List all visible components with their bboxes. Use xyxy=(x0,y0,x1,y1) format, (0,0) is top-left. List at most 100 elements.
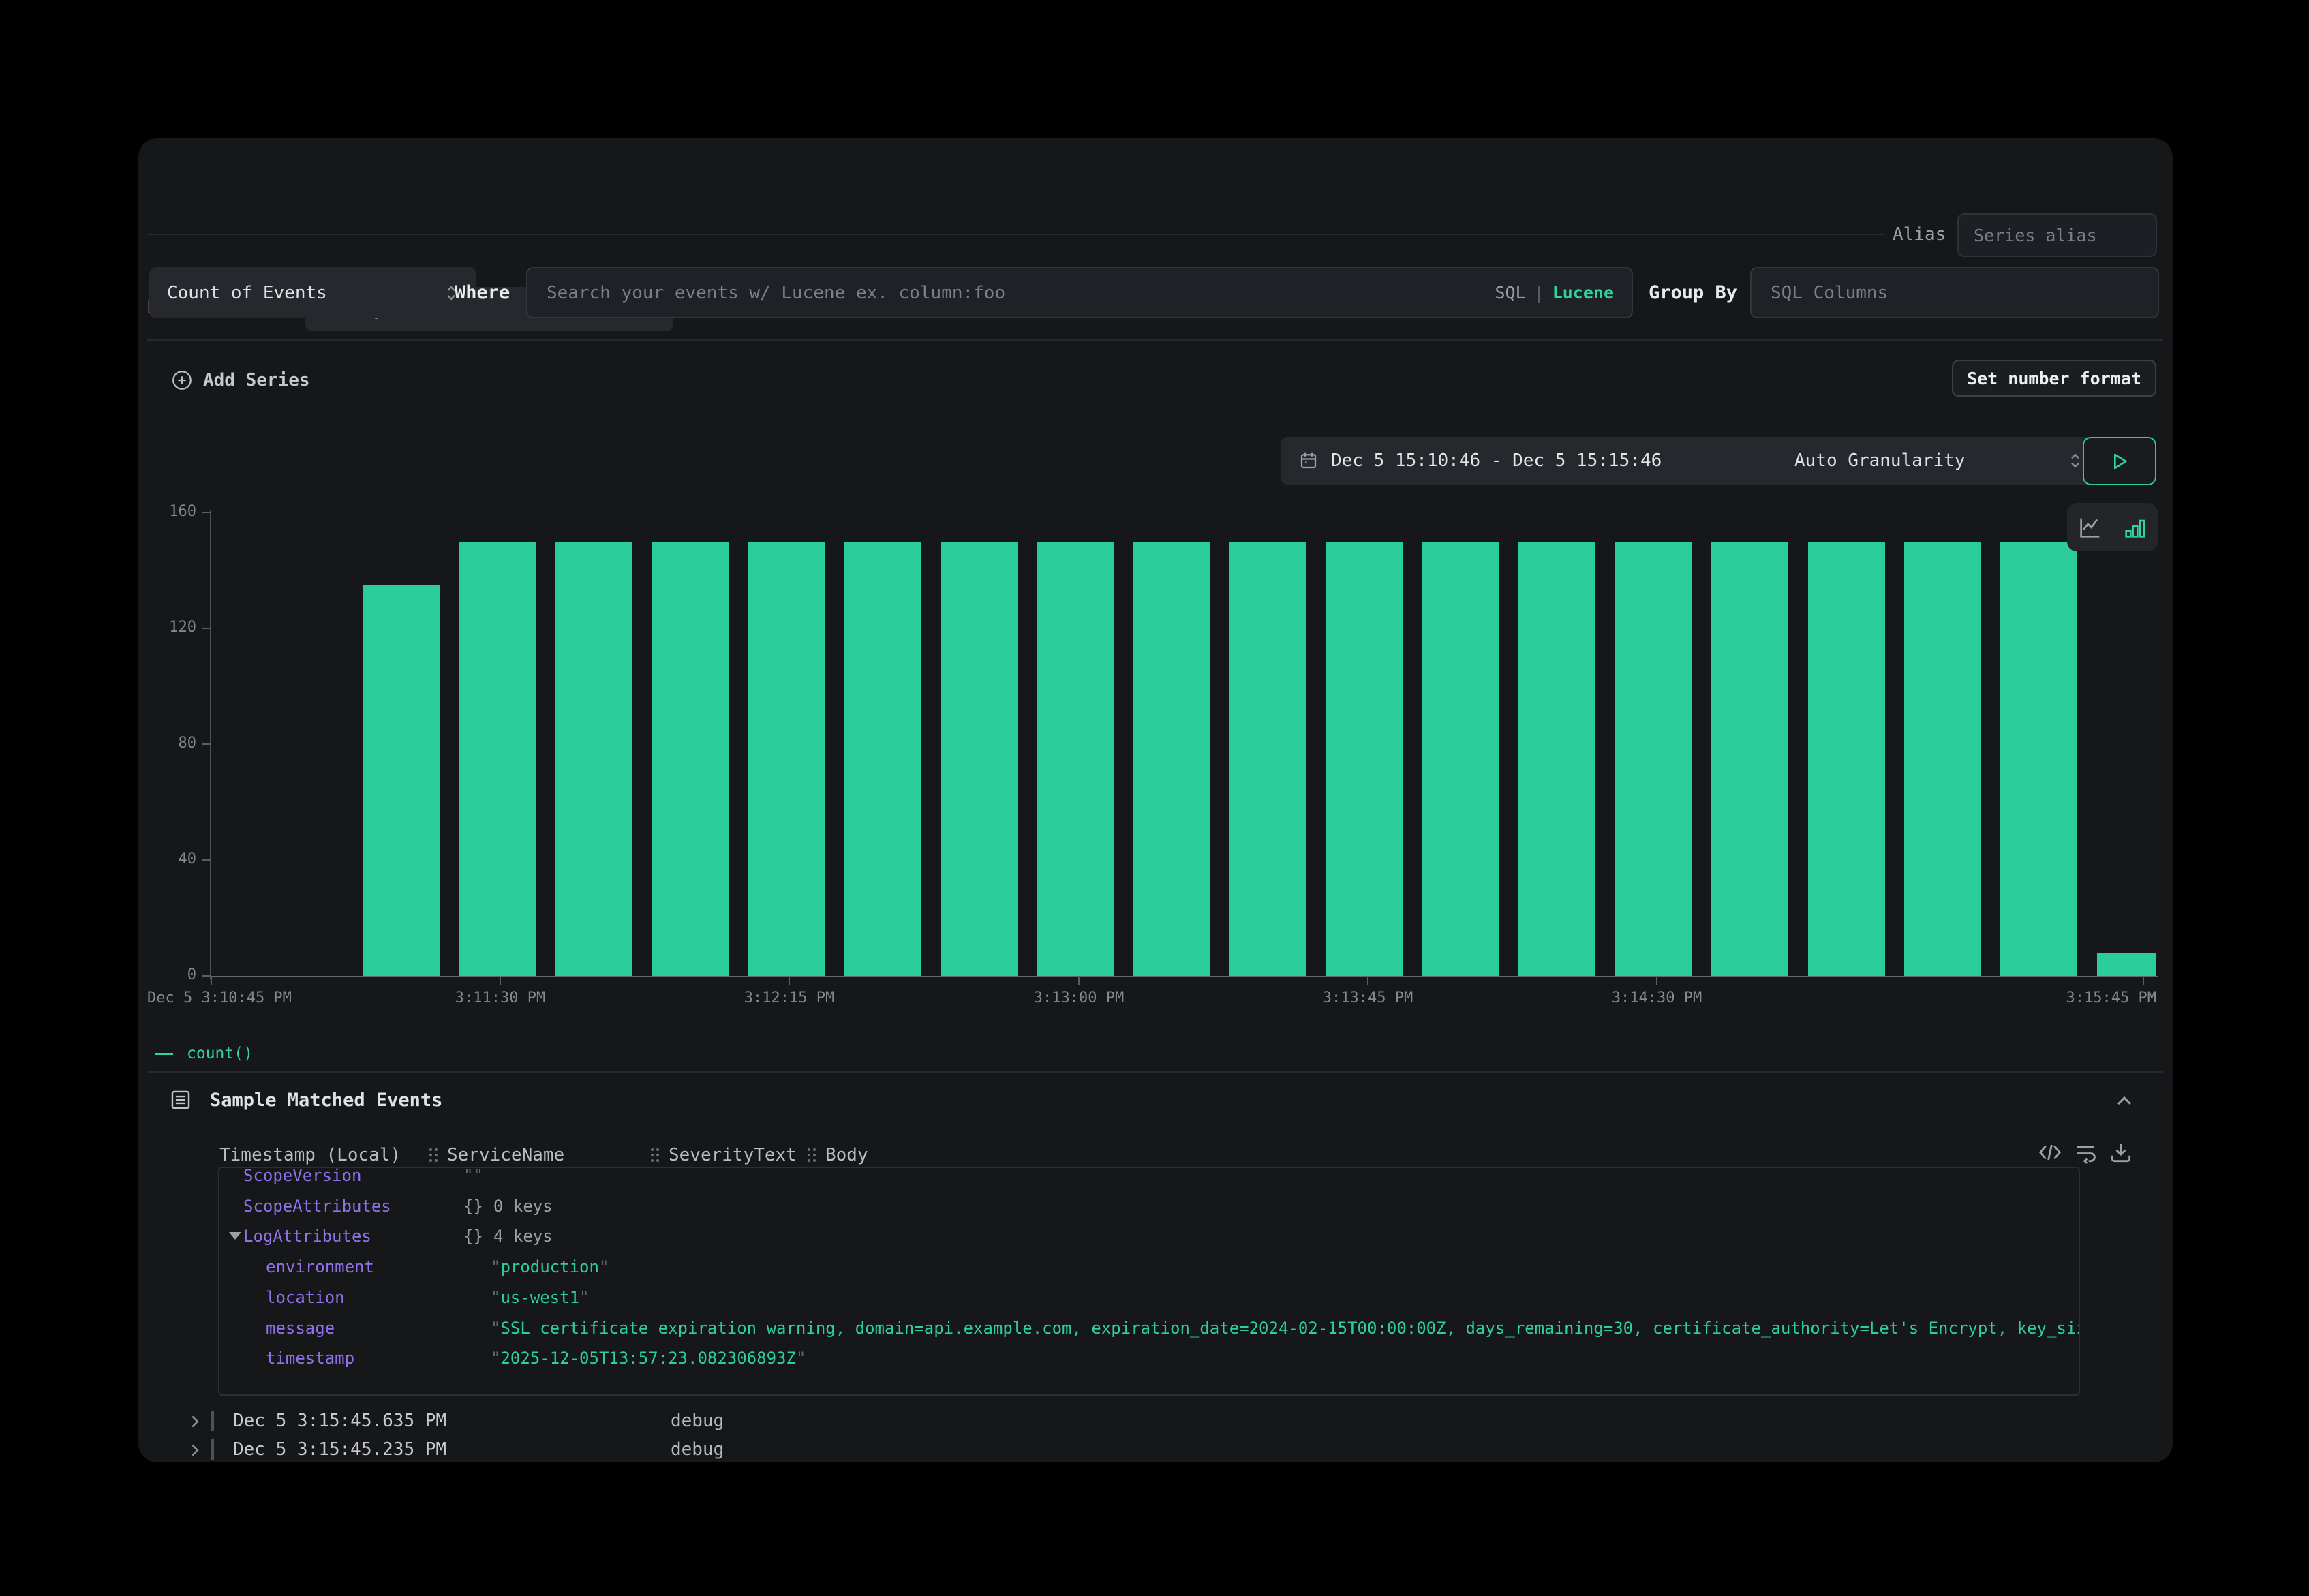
attribute-value-text: SSL certificate expiration warning, doma… xyxy=(500,1319,2080,1338)
attribute-value: "SSL certificate expiration warning, dom… xyxy=(491,1319,2080,1338)
list-icon xyxy=(169,1088,192,1111)
attribute-key: message xyxy=(266,1319,335,1338)
calendar-icon xyxy=(1298,450,1319,471)
group-by-input-box xyxy=(1750,267,2159,318)
query-divider xyxy=(147,339,2163,341)
event-severity: debug xyxy=(671,1411,724,1431)
add-series-button[interactable]: Add Series xyxy=(170,369,310,392)
key-count-badge: 0 keys xyxy=(493,1197,553,1216)
expand-chevron-icon[interactable] xyxy=(186,1440,204,1460)
attribute-value: "production" xyxy=(491,1257,609,1276)
event-row[interactable]: Dec 5 3:15:45.635 PM debug xyxy=(138,1407,2173,1436)
y-tick-label: 160 xyxy=(140,503,196,520)
attribute-key: ScopeVersion xyxy=(243,1167,361,1185)
play-icon xyxy=(2109,450,2130,472)
expand-triangle-icon[interactable] xyxy=(229,1232,241,1240)
event-timestamp: Dec 5 3:15:45.235 PM xyxy=(233,1439,446,1460)
severity-indicator xyxy=(211,1411,214,1431)
lucene-search-input[interactable] xyxy=(545,282,1486,304)
attribute-value: "2025-12-05T13:57:23.082306893Z" xyxy=(491,1349,806,1368)
drag-handle-icon[interactable] xyxy=(651,1148,659,1162)
drag-handle-icon[interactable] xyxy=(808,1148,816,1162)
expand-chevron-icon[interactable] xyxy=(186,1411,204,1432)
column-header-timestamp-local-: Timestamp (Local) xyxy=(219,1141,401,1169)
x-tick-label: 3:11:30 PM xyxy=(391,989,609,1007)
y-tick-label: 80 xyxy=(140,735,196,752)
lucene-mode-toggle[interactable]: Lucene xyxy=(1553,283,1614,303)
attribute-row[interactable]: environment"production" xyxy=(219,1253,2079,1283)
attribute-row[interactable]: location"us-west1" xyxy=(219,1283,2079,1314)
chart-bar xyxy=(1037,542,1114,977)
y-tick xyxy=(202,859,211,861)
x-tick xyxy=(789,976,790,985)
chart-bar xyxy=(844,542,921,977)
event-row[interactable]: Dec 5 3:15:45.235 PMdebug xyxy=(138,1436,2173,1462)
wrap-text-icon[interactable] xyxy=(2073,1139,2098,1165)
x-tick xyxy=(1078,976,1080,985)
group-by-input[interactable] xyxy=(1769,282,2140,304)
attribute-row[interactable]: ScopeAttributes{}0 keys xyxy=(219,1192,2079,1223)
attribute-key: timestamp xyxy=(266,1349,354,1368)
event-timestamp: Dec 5 3:15:45.635 PM xyxy=(233,1411,446,1431)
line-chart-icon[interactable] xyxy=(2077,514,2104,541)
chart-bar xyxy=(1229,542,1306,977)
set-number-format-button[interactable]: Set number format xyxy=(1952,360,2156,397)
chart-bar xyxy=(1711,542,1788,977)
x-tick-label: Dec 5 3:10:45 PM xyxy=(147,989,365,1007)
attribute-row[interactable]: message "SSL certificate expiration warni… xyxy=(219,1314,2079,1345)
y-tick xyxy=(202,512,211,513)
chart-bar xyxy=(555,542,632,977)
chart-bar xyxy=(941,542,1018,977)
y-tick-label: 120 xyxy=(140,619,196,636)
chevron-up-down-icon xyxy=(2068,450,2083,471)
column-label: Timestamp (Local) xyxy=(219,1145,401,1165)
chart-bar xyxy=(459,542,536,977)
alias-input-box xyxy=(1957,213,2157,257)
granularity-select[interactable]: Auto Granularity xyxy=(1777,437,2100,485)
code-icon[interactable] xyxy=(2037,1139,2063,1165)
time-range-picker[interactable]: Dec 5 15:10:46 - Dec 5 15:15:46 xyxy=(1281,437,1794,485)
x-tick-label: 3:15:45 PM xyxy=(1938,989,2156,1007)
column-header-servicename: ServiceName xyxy=(429,1141,564,1169)
chart-builder-panel: Data Source Logs Schema Alias Count xyxy=(138,138,2173,1462)
sql-mode-toggle[interactable]: SQL xyxy=(1495,283,1525,303)
attribute-value-text: 2025-12-05T13:57:23.082306893Z xyxy=(500,1349,795,1368)
attribute-row[interactable]: ScopeVersion"" xyxy=(219,1167,2079,1192)
events-section-title: Sample Matched Events xyxy=(210,1090,442,1111)
column-header-body: Body xyxy=(808,1141,868,1169)
drag-handle-icon[interactable] xyxy=(429,1148,438,1162)
collapse-chevron-icon[interactable] xyxy=(2112,1090,2137,1114)
aggregate-select[interactable]: Count of Events xyxy=(149,267,476,318)
circle-plus-icon xyxy=(170,369,194,392)
x-tick xyxy=(1367,976,1368,985)
chart-bar xyxy=(1615,542,1692,977)
run-query-button[interactable] xyxy=(2083,437,2156,485)
attribute-row[interactable]: timestamp "2025-12-05T13:57:23.082306893Z… xyxy=(219,1344,2079,1375)
app-root: Data Source Logs Schema Alias Count xyxy=(0,0,2309,1596)
column-label: SeverityText xyxy=(669,1145,797,1165)
bar-chart-icon[interactable] xyxy=(2122,514,2149,541)
chart-type-toolbar xyxy=(2067,503,2158,551)
x-tick xyxy=(1656,976,1657,985)
attribute-value-text: us-west1 xyxy=(500,1288,579,1307)
chart-bar xyxy=(1422,542,1499,977)
chart-bar xyxy=(748,542,825,977)
x-tick xyxy=(211,976,212,985)
x-axis-line xyxy=(210,976,2158,977)
chart-legend: count() xyxy=(155,1045,253,1062)
braces-icon: {} xyxy=(463,1227,483,1246)
column-label: Body xyxy=(825,1145,868,1165)
events-table-header: Timestamp (Local) ServiceName SeverityText… xyxy=(218,1141,2085,1169)
series-alias-input[interactable] xyxy=(1972,225,2142,246)
events-divider xyxy=(147,1071,2163,1073)
chart-bar xyxy=(363,585,440,976)
aggregate-value: Count of Events xyxy=(167,283,327,303)
legend-label[interactable]: count() xyxy=(187,1045,253,1062)
alias-label: Alias xyxy=(1893,224,1946,245)
bar-chart: 04080120160 Dec 5 3:10:45 PM3:11:30 PM3:… xyxy=(211,512,2156,976)
chart-bar xyxy=(2000,542,2077,977)
attribute-row[interactable]: LogAttributes{}4 keys xyxy=(219,1222,2079,1253)
chart-bar xyxy=(1904,542,1981,977)
download-icon[interactable] xyxy=(2108,1139,2134,1165)
y-tick xyxy=(202,628,211,629)
